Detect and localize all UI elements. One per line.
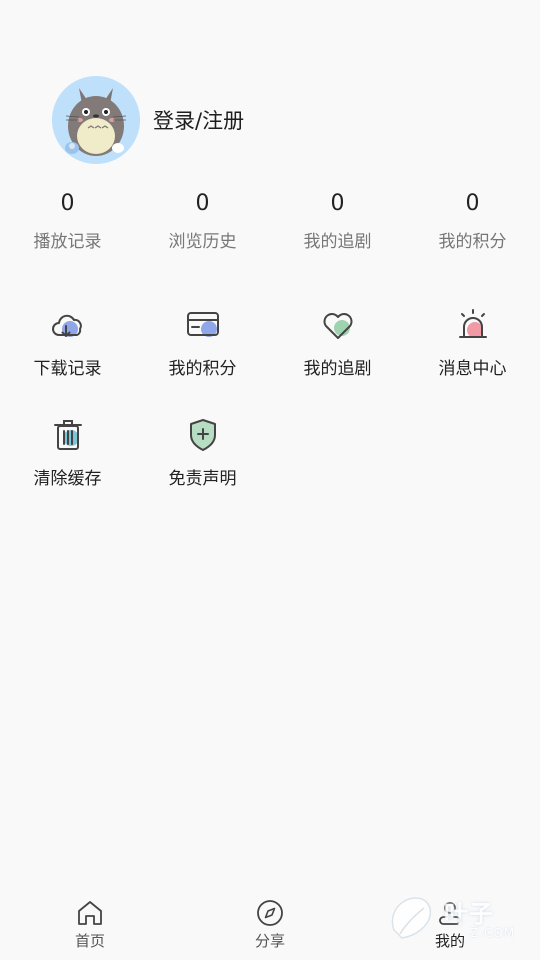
login-register-link[interactable]: 登录/注册 xyxy=(153,105,244,135)
stat-browse-history[interactable]: 0 浏览历史 xyxy=(135,189,270,252)
menu-label: 下载记录 xyxy=(33,359,102,379)
tab-label: 分享 xyxy=(254,932,285,950)
user-icon xyxy=(439,902,461,925)
stat-value: 0 xyxy=(195,191,210,216)
stat-label: 我的追剧 xyxy=(303,232,372,252)
stat-play-history[interactable]: 0 播放记录 xyxy=(0,189,135,252)
heart-icon xyxy=(323,313,352,339)
menu-message-center[interactable]: 消息中心 xyxy=(405,305,540,415)
menu-my-points[interactable]: 我的积分 xyxy=(135,305,270,415)
tab-mine[interactable]: 我的 xyxy=(360,882,540,960)
avatar[interactable] xyxy=(52,76,140,164)
menu-download-records[interactable]: 下载记录 xyxy=(0,305,135,415)
stat-label: 播放记录 xyxy=(33,232,102,252)
menu-clear-cache[interactable]: 清除缓存 xyxy=(0,415,135,525)
tab-home[interactable]: 首页 xyxy=(0,882,180,960)
menu-label: 我的追剧 xyxy=(303,359,372,379)
card-icon xyxy=(186,312,219,337)
totoro-avatar-icon xyxy=(52,76,140,164)
stat-value: 0 xyxy=(60,191,75,216)
menu-disclaimer[interactable]: 免责声明 xyxy=(135,415,270,525)
menu-my-series[interactable]: 我的追剧 xyxy=(270,305,405,415)
stat-value: 0 xyxy=(330,191,345,216)
trash-icon xyxy=(53,420,82,450)
menu-label: 清除缓存 xyxy=(33,469,102,489)
stat-value: 0 xyxy=(465,191,480,216)
tab-share[interactable]: 分享 xyxy=(180,882,360,960)
shield-plus-icon xyxy=(189,419,216,451)
tab-label: 首页 xyxy=(74,932,105,950)
profile-header[interactable]: 登录/注册 xyxy=(52,76,244,164)
stat-label: 浏览历史 xyxy=(168,232,237,252)
stat-label: 我的积分 xyxy=(438,232,507,252)
menu-label: 消息中心 xyxy=(438,359,507,379)
cloud-download-icon xyxy=(51,314,82,337)
stat-my-series[interactable]: 0 我的追剧 xyxy=(270,189,405,252)
menu-label: 免责声明 xyxy=(168,469,237,489)
tab-label: 我的 xyxy=(434,932,465,950)
menu-grid: 下载记录 我的积分 我的追剧 消息中心 清除缓存 免责声明 xyxy=(0,305,540,525)
stat-my-points[interactable]: 0 我的积分 xyxy=(405,189,540,252)
stats-row: 0 播放记录 0 浏览历史 0 我的追剧 0 我的积分 xyxy=(0,189,540,252)
alarm-icon xyxy=(458,309,487,338)
compass-icon xyxy=(257,900,283,926)
menu-label: 我的积分 xyxy=(168,359,237,379)
home-icon xyxy=(78,901,102,925)
bottom-tab-bar: 首页 分享 我的 xyxy=(0,882,540,960)
